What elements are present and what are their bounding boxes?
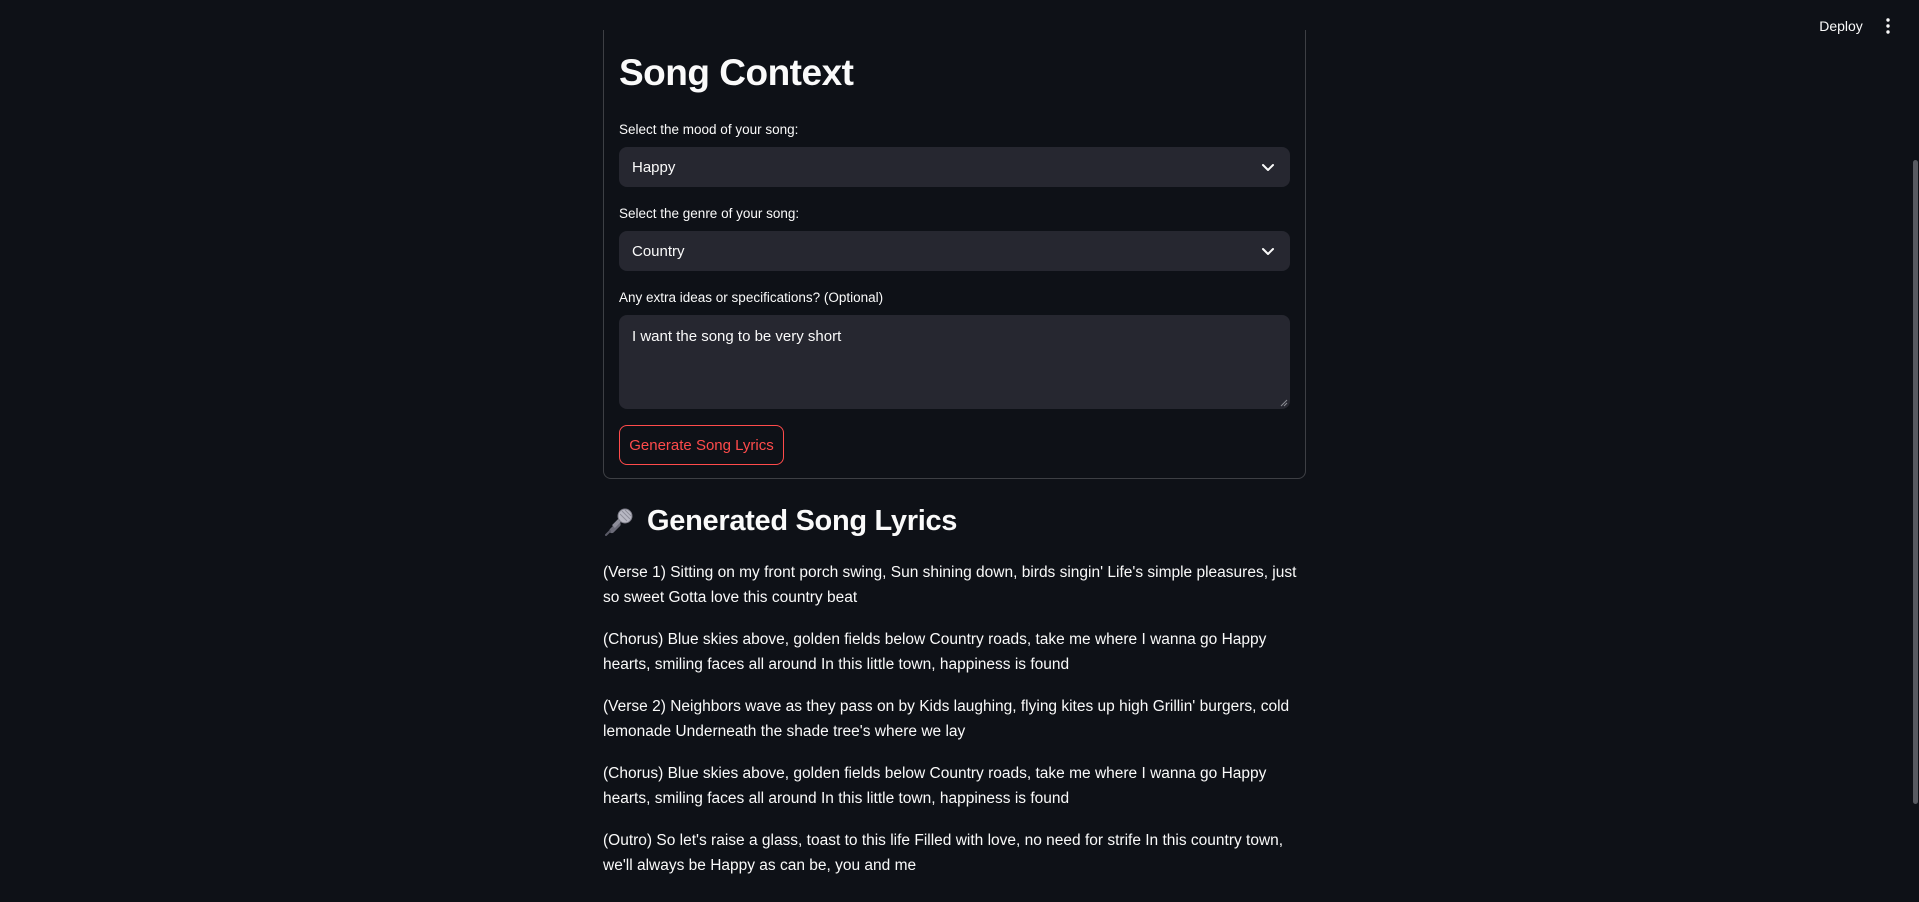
mood-label: Select the mood of your song: xyxy=(619,122,799,137)
genre-select[interactable]: Country xyxy=(619,231,1290,271)
lyrics-stanza: (Verse 1) Sitting on my front porch swin… xyxy=(603,564,1297,606)
chevron-down-icon xyxy=(1259,242,1277,260)
lyrics-stanza: (Chorus) Blue skies above, golden fields… xyxy=(603,631,1267,673)
form-title: Song Context xyxy=(619,52,854,93)
microphone-icon xyxy=(605,508,633,536)
genre-label: Select the genre of your song: xyxy=(619,206,800,221)
generate-lyrics-button[interactable]: Generate Song Lyrics xyxy=(619,425,784,465)
lyrics-stanza: (Chorus) Blue skies above, golden fields… xyxy=(603,765,1267,807)
main-menu-button[interactable] xyxy=(1876,13,1900,39)
extra-ideas-value: I want the song to be very short xyxy=(632,328,842,345)
lyrics-stanza: (Verse 2) Neighbors wave as they pass on… xyxy=(603,698,1290,740)
mood-select-value: Happy xyxy=(632,158,676,176)
vertical-ellipsis-icon xyxy=(1886,18,1890,34)
lyrics-title: Generated Song Lyrics xyxy=(647,505,958,537)
mood-select[interactable]: Happy xyxy=(619,147,1290,187)
extra-ideas-label: Any extra ideas or specifications? (Opti… xyxy=(619,290,884,305)
scrollbar-thumb[interactable] xyxy=(1913,160,1918,804)
chevron-down-icon xyxy=(1259,158,1277,176)
lyrics-stanza: (Outro) So let's raise a glass, toast to… xyxy=(603,832,1284,874)
genre-select-value: Country xyxy=(632,242,685,260)
resize-handle-icon[interactable] xyxy=(1278,397,1288,407)
lyrics-heading: Generated Song Lyrics xyxy=(603,505,957,538)
deploy-button[interactable]: Deploy xyxy=(1810,13,1872,39)
extra-ideas-textarea[interactable]: I want the song to be very short xyxy=(619,315,1290,409)
